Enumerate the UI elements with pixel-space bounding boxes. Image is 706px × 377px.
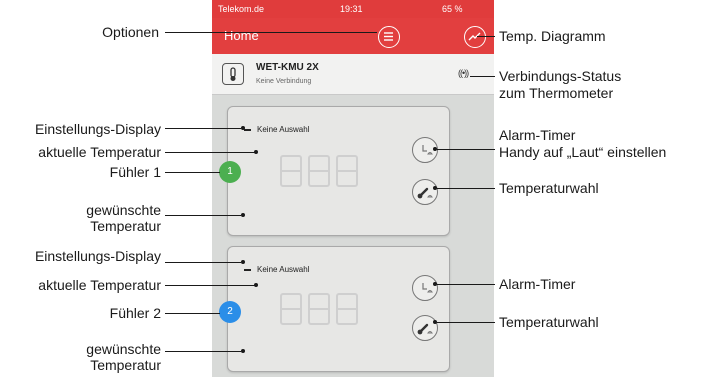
leader-line bbox=[165, 215, 241, 216]
callout-desired-temp-1-line1: gewünschte bbox=[86, 202, 161, 218]
leader-line bbox=[165, 152, 255, 153]
callout-probe-1: Fühler 1 bbox=[109, 164, 161, 180]
leader-line bbox=[165, 172, 220, 173]
digit-segment bbox=[280, 293, 302, 325]
leader-line bbox=[165, 32, 377, 33]
leader-dot bbox=[433, 320, 437, 324]
clock-bell-icon bbox=[422, 283, 433, 293]
leader-dot bbox=[433, 186, 437, 190]
callout-alarm-1-line2: Handy auf „Laut“ einstellen bbox=[499, 144, 667, 160]
leader-dot bbox=[433, 282, 437, 286]
thermometer-bell-icon bbox=[417, 187, 433, 199]
temperature-select-button-2[interactable] bbox=[412, 315, 438, 341]
digit-segment bbox=[280, 155, 302, 187]
nav-bar: Home bbox=[212, 18, 494, 54]
callout-probe-2: Fühler 2 bbox=[109, 305, 161, 321]
callout-current-temp-2: aktuelle Temperatur bbox=[38, 277, 161, 293]
callout-desired-temp-1-line2: Temperatur bbox=[90, 218, 161, 234]
nav-title: Home bbox=[224, 28, 259, 43]
probe-badge-1: 1 bbox=[219, 161, 241, 183]
leader-line bbox=[165, 313, 220, 314]
leader-dot bbox=[241, 349, 245, 353]
leader-line bbox=[437, 322, 495, 323]
callout-temp-select-2: Temperaturwahl bbox=[499, 314, 599, 330]
probe-card-2[interactable]: Keine Auswahl 2 bbox=[219, 246, 450, 372]
leader-dot bbox=[241, 213, 245, 217]
clock-label: 19:31 bbox=[340, 4, 363, 14]
digit-segment bbox=[336, 155, 358, 187]
leader-line bbox=[165, 285, 255, 286]
callout-connection-status: Verbindungs-Status zum Thermometer bbox=[499, 68, 621, 102]
callout-settings-display-1: Einstellungs-Display bbox=[34, 121, 161, 137]
carrier-label: Telekom.de bbox=[218, 4, 265, 14]
callout-connection-line2: zum Thermometer bbox=[499, 85, 614, 101]
leader-line bbox=[437, 284, 495, 285]
probe-card-1[interactable]: Keine Auswahl 1 bbox=[219, 106, 450, 236]
callout-desired-temp-2: gewünschte Temperatur bbox=[86, 341, 161, 373]
alarm-timer-button-2[interactable] bbox=[412, 275, 438, 301]
probe-badge-2: 2 bbox=[219, 301, 241, 323]
digit-segment bbox=[308, 155, 330, 187]
callout-temp-chart: Temp. Diagramm bbox=[499, 28, 606, 44]
callout-desired-temp-1: gewünschte Temperatur bbox=[86, 202, 161, 234]
leader-dot bbox=[241, 126, 245, 130]
leader-line bbox=[470, 76, 495, 77]
leader-dot bbox=[241, 260, 245, 264]
digit-segment bbox=[336, 293, 358, 325]
callout-desired-temp-2-line2: Temperatur bbox=[90, 357, 161, 373]
callout-options: Optionen bbox=[102, 24, 159, 40]
probe-selection-label: Keine Auswahl bbox=[257, 265, 310, 274]
leader-dot bbox=[254, 283, 258, 287]
callout-current-temp-1: aktuelle Temperatur bbox=[38, 144, 161, 160]
leader-line bbox=[437, 188, 495, 189]
options-button[interactable] bbox=[378, 26, 400, 48]
leader-line bbox=[437, 149, 495, 150]
leader-dot bbox=[433, 147, 437, 151]
callout-settings-display-2: Einstellungs-Display bbox=[34, 248, 161, 264]
device-name: WET-KMU 2X bbox=[256, 62, 319, 73]
leader-line bbox=[165, 128, 241, 129]
digit-segment bbox=[308, 293, 330, 325]
battery-label: 65 % bbox=[442, 4, 463, 14]
callout-connection-line1: Verbindungs-Status bbox=[499, 68, 622, 84]
settings-display-1: Keine Auswahl bbox=[244, 125, 309, 134]
signal-icon[interactable]: ((•)) bbox=[458, 68, 469, 78]
callout-temp-select-1: Temperaturwahl bbox=[499, 180, 599, 196]
status-bar: Telekom.de 19:31 65 % bbox=[212, 0, 494, 18]
device-bar[interactable]: WET-KMU 2X Keine Verbindung ((•)) bbox=[212, 54, 494, 95]
temp-chart-button[interactable] bbox=[464, 26, 486, 48]
leader-line bbox=[477, 36, 495, 37]
settings-display-2: Keine Auswahl bbox=[244, 265, 309, 274]
list-icon bbox=[384, 32, 393, 41]
leader-line bbox=[165, 351, 241, 352]
callout-alarm-timer-1: Alarm-Timer Handy auf „Laut“ einstellen bbox=[499, 127, 666, 161]
leader-dot bbox=[254, 150, 258, 154]
thermometer-icon bbox=[222, 63, 244, 85]
callout-alarm-1-line1: Alarm-Timer bbox=[499, 127, 576, 143]
temperature-select-button-1[interactable] bbox=[412, 179, 438, 205]
callout-desired-temp-2-line1: gewünschte bbox=[86, 341, 161, 357]
leader-line bbox=[165, 262, 241, 263]
probe-selection-label: Keine Auswahl bbox=[257, 125, 310, 134]
callout-alarm-timer-2: Alarm-Timer bbox=[499, 276, 576, 292]
connection-status-text: Keine Verbindung bbox=[256, 78, 312, 85]
